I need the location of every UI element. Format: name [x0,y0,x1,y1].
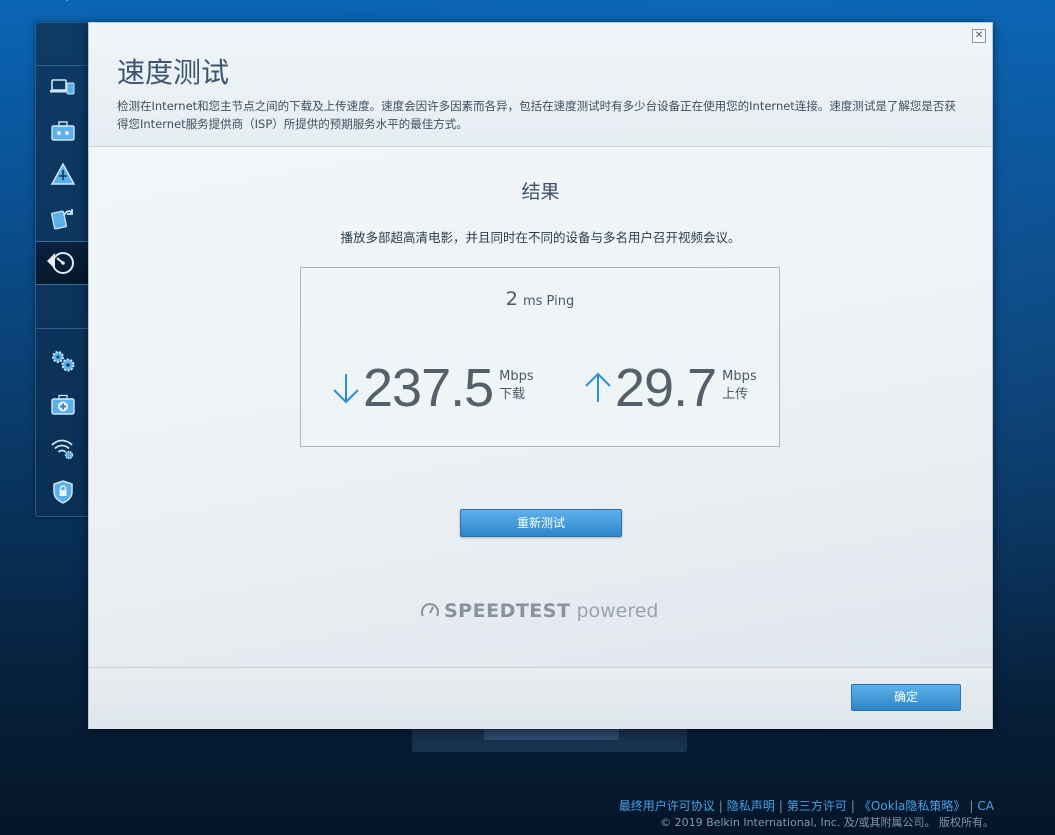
download-unit: Mbps [499,369,534,384]
ping-unit: ms Ping [522,294,575,309]
footer-link-ookla-privacy[interactable]: 《Ookla隐私策略》 [859,799,965,813]
sidebar-separator [36,65,89,66]
dialog-body: 结果 播放多部超高清电影，并且同时在不同的设备与多名用户召开视频会议。 2 ms… [89,147,992,667]
divider: | [718,799,723,813]
upload-units: Mbps 上传 [722,368,757,404]
active-pointer [47,253,55,269]
speed-test-dialog: ✕ 速度测试 检测在Internet和您主节点之间的下载及上传速度。速度会因许多… [88,22,993,729]
copyright-text: © 2019 Belkin International, Inc. 及/或其附属… [660,816,994,829]
powered-wordmark: powered [576,600,659,622]
dialog-description: 检测在Internet和您主节点之间的下载及上传速度。速度会因许多因素而各异，包… [117,99,956,131]
retest-button[interactable]: 重新测试 [460,509,622,537]
sidebar-item-network-map[interactable] [36,154,89,194]
sidebar-item-security[interactable] [36,472,89,512]
toolbox-icon [50,121,75,141]
sidebar-item-wifi-settings[interactable] [36,428,89,468]
devices-icon [49,79,74,95]
footer-link-privacy[interactable]: 隐私声明 [727,799,775,813]
download-units: Mbps 下载 [499,368,534,404]
close-button[interactable]: ✕ [972,29,986,43]
sidebar-item-devices[interactable] [36,67,89,107]
footer-link-ca[interactable]: CA [977,799,994,813]
update-icon [50,209,73,230]
download-label: 下载 [499,387,526,402]
divider: | [969,799,974,813]
upload-value: 29.7 [615,358,717,418]
sidebar-separator [36,328,89,329]
download-value: 237.5 [363,358,494,418]
upload-metric: 29.7 Mbps 上传 [583,358,757,418]
result-subtitle: 播放多部超高清电影，并且同时在不同的设备与多名用户召开视频会议。 [340,230,741,245]
ok-button[interactable]: 确定 [851,684,961,711]
footer-link-third-party[interactable]: 第三方许可 [787,799,847,813]
sidebar-item-settings[interactable] [36,341,89,381]
ping-readout: 2 ms Ping [301,288,779,310]
sidebar-item-speed-test[interactable] [36,241,89,285]
sidebar [35,22,90,517]
network-map-icon [50,162,75,185]
chevron-icon [66,0,68,1]
first-aid-icon [50,394,75,415]
result-title: 结果 [521,181,560,203]
divider: | [778,799,783,813]
divider: | [850,799,855,813]
security-shield-icon [52,480,73,504]
settings-gears-icon [51,351,74,372]
dialog-header: ✕ 速度测试 检测在Internet和您主节点之间的下载及上传速度。速度会因许多… [89,23,992,147]
sidebar-item-troubleshooting[interactable] [36,385,89,425]
dialog-title: 速度测试 [117,56,230,89]
speedtest-logo: SPEEDTEST powered [420,600,659,622]
wifi-settings-icon [50,439,73,460]
upload-label: 上传 [722,387,749,402]
upload-unit: Mbps [722,369,757,384]
sidebar-item-toolbox[interactable] [36,111,89,151]
speedtest-gauge-icon [421,603,439,617]
ping-value: 2 [505,288,518,310]
speedtest-wordmark: SPEEDTEST [444,600,571,622]
download-metric: 237.5 Mbps 下载 [331,358,534,418]
sidebar-item-update[interactable] [36,198,89,238]
arrow-up-icon [585,372,611,402]
result-panel: 2 ms Ping 237.5 Mbps 下载 29.7 Mbps 上传 [300,267,780,447]
arrow-down-icon [333,374,359,404]
footer-link-eula[interactable]: 最终用户许可协议 [619,799,715,813]
dialog-footer: 确定 [89,667,992,729]
close-icon: ✕ [974,30,984,41]
footer-links: 最终用户许可协议 | 隐私声明 | 第三方许可 | 《Ookla隐私策略》 | CA [619,797,994,814]
